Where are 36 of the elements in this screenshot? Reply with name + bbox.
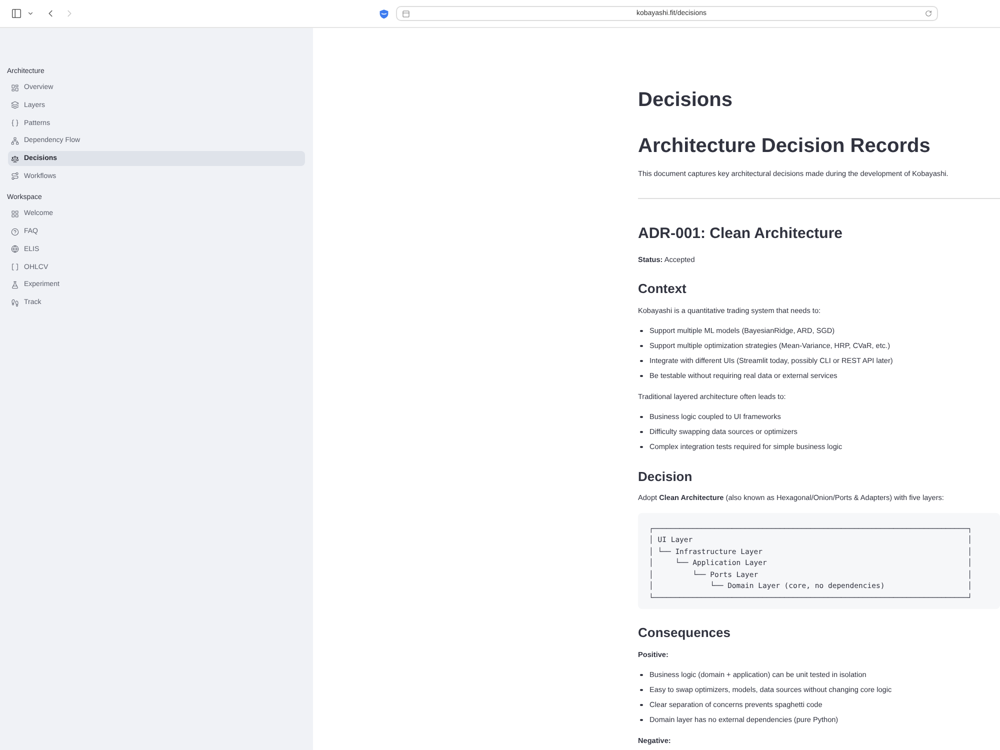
bullet-icon xyxy=(640,430,642,433)
bullet-icon xyxy=(640,674,642,676)
bullet-icon xyxy=(640,446,642,448)
bullet-icon xyxy=(640,330,642,332)
reload-icon[interactable] xyxy=(925,10,932,17)
grid-icon xyxy=(11,210,19,218)
subsection-heading: Consequences xyxy=(638,624,730,641)
dashboard-icon xyxy=(11,84,19,92)
section-heading: ADR-001: Clean Architecture xyxy=(638,224,842,244)
bullet-icon xyxy=(640,416,642,418)
scale-icon xyxy=(11,154,19,162)
route-icon xyxy=(11,172,19,180)
sidebar-icon xyxy=(11,8,22,19)
bullet-icon xyxy=(640,704,642,706)
bullet-icon xyxy=(640,344,642,347)
network-icon xyxy=(11,136,19,145)
sidebar-toggle-button[interactable] xyxy=(11,8,22,19)
bullet-icon xyxy=(640,688,642,691)
braces-icon xyxy=(11,119,19,127)
tab-menu-button[interactable] xyxy=(27,10,34,17)
chevron-down-icon xyxy=(27,10,34,17)
shield-icon[interactable] xyxy=(379,8,389,18)
layers-icon xyxy=(11,101,19,110)
bullet-icon xyxy=(640,718,642,721)
subsection-heading: Decision xyxy=(638,468,692,484)
bullet-icon xyxy=(640,360,642,362)
flask-icon xyxy=(11,280,19,289)
page-title: Decisions xyxy=(638,88,732,113)
bullet-icon xyxy=(640,374,642,377)
globe-icon xyxy=(11,245,19,254)
footprints-icon xyxy=(11,298,19,306)
window-icon xyxy=(402,10,410,18)
heading: Architecture Decision Records xyxy=(638,134,930,158)
help-icon xyxy=(11,228,19,236)
brackets-icon xyxy=(11,263,19,271)
subsection-heading: Context xyxy=(638,280,686,297)
